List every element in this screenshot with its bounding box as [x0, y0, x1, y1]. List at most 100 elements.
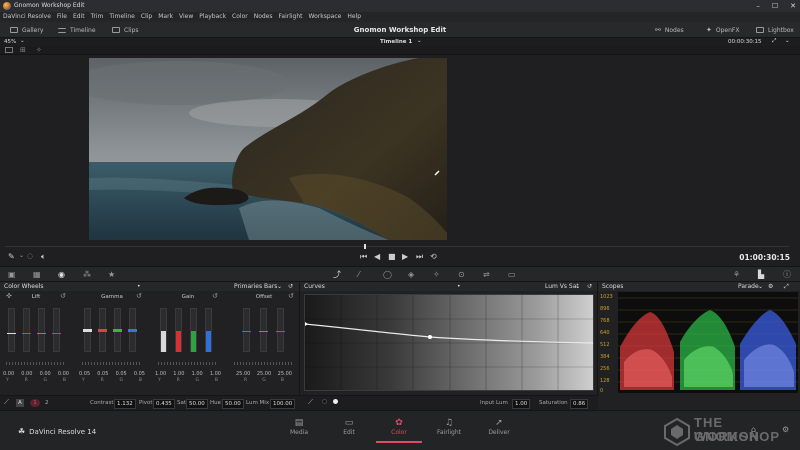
- lift-y-slider[interactable]: [7, 308, 16, 352]
- menu-davinci-resolve[interactable]: DaVinci Resolve: [3, 12, 51, 22]
- menu-nodes[interactable]: Nodes: [254, 12, 273, 22]
- gain-reset-icon[interactable]: ↺: [212, 292, 218, 300]
- hue-field[interactable]: 50.00: [222, 399, 244, 409]
- motion-effects-icon[interactable]: ★: [108, 271, 115, 279]
- close-button[interactable]: ✕: [790, 0, 796, 12]
- lift-master-wheel[interactable]: [6, 362, 64, 365]
- page-2-button[interactable]: 2: [45, 399, 49, 407]
- gamma-g-slider[interactable]: [113, 308, 122, 352]
- info-icon[interactable]: ⚘: [733, 271, 740, 279]
- stop-icon[interactable]: ■: [388, 252, 396, 261]
- scope-mode-chevron-icon[interactable]: ⌄: [758, 282, 763, 291]
- timeline-selector[interactable]: Timeline 1: [380, 39, 412, 45]
- video-frame[interactable]: [89, 58, 447, 240]
- offset-b-slider[interactable]: [276, 308, 285, 352]
- page-deliver[interactable]: ➚ Deliver: [476, 418, 522, 436]
- key-icon[interactable]: ⇌: [483, 271, 490, 279]
- curve-picker-icon[interactable]: ⟋: [308, 398, 313, 407]
- info-circle-icon[interactable]: ⓘ: [783, 271, 791, 279]
- gain-b-slider[interactable]: [205, 308, 212, 352]
- gain-master-wheel[interactable]: [158, 362, 216, 365]
- gamma-master-wheel[interactable]: [82, 362, 140, 365]
- menu-file[interactable]: File: [57, 12, 67, 22]
- split-view-icon[interactable]: [5, 47, 13, 53]
- gain-g-slider[interactable]: [190, 308, 197, 352]
- play-icon[interactable]: ▶︎: [402, 252, 408, 261]
- highlight-icon[interactable]: ✧: [36, 46, 42, 54]
- gamma-b-slider[interactable]: [128, 308, 137, 352]
- scope-mode-dropdown[interactable]: Parade: [738, 282, 759, 291]
- magic-mask-icon[interactable]: ✧: [433, 271, 440, 279]
- minimize-button[interactable]: –: [756, 0, 760, 12]
- openfx-button[interactable]: ✦ OpenFX: [706, 22, 739, 38]
- offset-master-wheel[interactable]: [234, 362, 292, 365]
- curves-icon[interactable]: ⤴: [333, 271, 341, 279]
- lift-g-slider[interactable]: [37, 308, 46, 352]
- eyedropper-icon[interactable]: ✎: [8, 252, 15, 261]
- loop-icon[interactable]: ⟲: [430, 252, 437, 261]
- wheels-mode-dropdown[interactable]: Primaries Bars: [234, 282, 277, 291]
- lum-vs-sat-graph[interactable]: [304, 294, 594, 391]
- lift-r-slider[interactable]: [22, 308, 31, 352]
- grid-icon[interactable]: ⊞: [20, 46, 26, 54]
- offset-r-slider[interactable]: [242, 308, 251, 352]
- sizing-icon[interactable]: ▭: [508, 271, 516, 279]
- lum-mix-field[interactable]: 100.00: [270, 399, 296, 409]
- go-to-end-icon[interactable]: ⏭︎: [416, 252, 423, 262]
- scope-expand-icon[interactable]: ⤢: [784, 282, 789, 291]
- menu-help[interactable]: Help: [347, 12, 361, 22]
- input-lum-field[interactable]: 1.00: [512, 399, 531, 409]
- saturation-field[interactable]: 0.86: [570, 399, 589, 409]
- gain-r-slider[interactable]: [175, 308, 182, 352]
- curves-mode-dropdown[interactable]: Lum Vs Sat: [545, 282, 579, 291]
- auto-button[interactable]: A: [16, 399, 24, 407]
- clips-button[interactable]: Clips: [112, 22, 138, 38]
- lift-b-slider[interactable]: [52, 308, 61, 352]
- mode-chevron-icon[interactable]: ⌄: [277, 282, 282, 291]
- viewer-options-chevron-icon[interactable]: ⌄: [785, 38, 790, 44]
- sat-field[interactable]: 50.00: [186, 399, 208, 409]
- reverse-play-icon[interactable]: ◀︎: [374, 252, 380, 261]
- menu-playback[interactable]: Playback: [199, 12, 226, 22]
- offset-reset-icon[interactable]: ↺: [288, 292, 294, 300]
- expand-icon[interactable]: ⤢: [772, 38, 776, 45]
- reset-all-icon[interactable]: ↺: [288, 282, 293, 291]
- gain-y-slider[interactable]: [160, 308, 167, 352]
- page-1-button[interactable]: 1: [30, 399, 40, 407]
- zoom-chevron-icon[interactable]: ⌄: [20, 38, 25, 44]
- window-icon[interactable]: ◯: [383, 271, 392, 279]
- nodes-button[interactable]: ⚯ Nodes: [655, 22, 684, 38]
- scrubber-track[interactable]: [5, 246, 789, 247]
- page-color[interactable]: ✿ Color: [376, 418, 422, 443]
- gamma-y-slider[interactable]: [83, 308, 92, 352]
- timeline-button[interactable]: Timeline: [58, 22, 96, 38]
- go-to-start-icon[interactable]: ⏮︎: [360, 252, 367, 262]
- black-point-swatch[interactable]: [322, 399, 327, 404]
- lift-reset-icon[interactable]: ↺: [60, 292, 66, 300]
- color-match-icon[interactable]: ▦: [33, 271, 41, 279]
- auto-balance-icon[interactable]: ⟋: [4, 398, 9, 407]
- menu-edit[interactable]: Edit: [73, 12, 85, 22]
- offset-g-slider[interactable]: [259, 308, 268, 352]
- camera-raw-icon[interactable]: ▣: [8, 271, 16, 279]
- pivot-field[interactable]: 0.435: [153, 399, 175, 409]
- menu-clip[interactable]: Clip: [141, 12, 152, 22]
- menu-trim[interactable]: Trim: [91, 12, 104, 22]
- rgb-mixer-icon[interactable]: ⁂: [83, 271, 91, 279]
- curves-mode-chevron-icon[interactable]: ⌄: [575, 282, 580, 291]
- maximize-button[interactable]: ☐: [772, 0, 778, 12]
- gamma-reset-icon[interactable]: ↺: [136, 292, 142, 300]
- page-fairlight[interactable]: ♫ Fairlight: [426, 418, 472, 436]
- menu-timeline[interactable]: Timeline: [109, 12, 135, 22]
- scope-settings-icon[interactable]: ⚙: [768, 282, 773, 291]
- menu-workspace[interactable]: Workspace: [309, 12, 342, 22]
- curves-reset-icon[interactable]: ↺: [587, 282, 592, 291]
- qualifier-icon[interactable]: ⁄: [358, 271, 359, 279]
- zoom-level[interactable]: 45%: [4, 39, 16, 45]
- page-media[interactable]: ▤ Media: [276, 418, 322, 436]
- eyedropper-chevron-icon[interactable]: ⌄: [19, 252, 24, 259]
- contrast-field[interactable]: 1.132: [114, 399, 136, 409]
- highlight-toggle-icon[interactable]: ◌: [27, 252, 33, 260]
- lightbox-button[interactable]: Lightbox: [756, 22, 794, 38]
- menu-mark[interactable]: Mark: [158, 12, 173, 22]
